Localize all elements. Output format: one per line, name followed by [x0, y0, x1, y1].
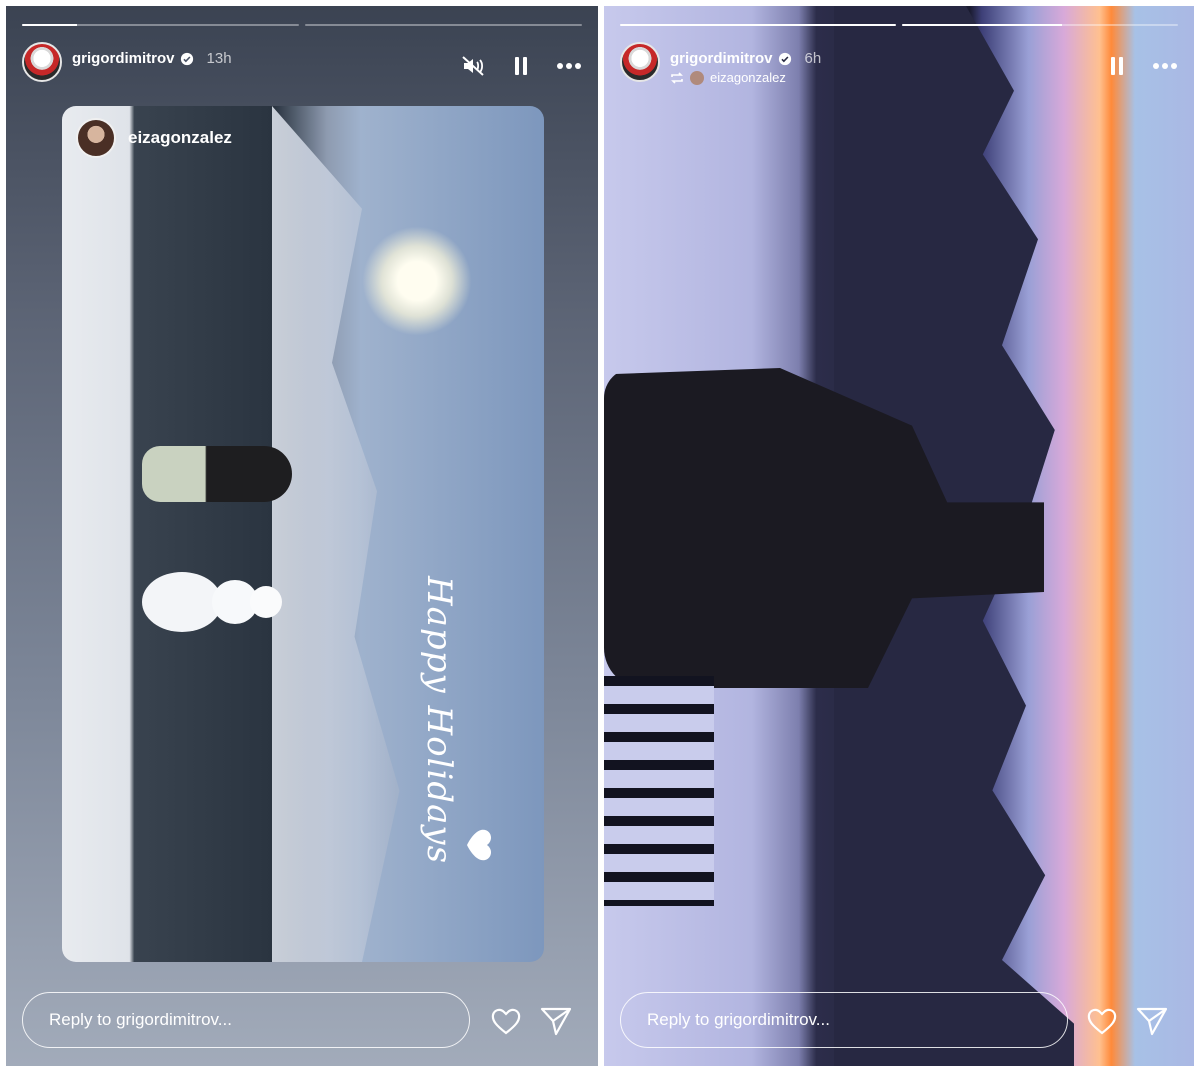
couple-image: [142, 446, 292, 502]
progress-segment: [620, 24, 896, 26]
heart-icon[interactable]: [1085, 1004, 1119, 1038]
reply-input[interactable]: Reply to grigordimitrov...: [620, 992, 1068, 1048]
card-username[interactable]: eizagonzalez: [128, 128, 232, 148]
post-time: 13h: [206, 50, 232, 67]
story-panel-right: grigordimitrov 6h eizagonzalez Reply to …: [604, 6, 1194, 1066]
send-icon[interactable]: [539, 1004, 573, 1038]
pause-icon[interactable]: [508, 54, 534, 78]
username[interactable]: grigordimitrov: [670, 50, 773, 67]
heart-sticker-icon: [467, 829, 491, 861]
repost-username[interactable]: eizagonzalez: [710, 70, 786, 85]
more-icon[interactable]: [1152, 54, 1178, 78]
avatar[interactable]: [620, 42, 660, 82]
heart-icon[interactable]: [489, 1004, 523, 1038]
story-panel-left: grigordimitrov 13h eizagonzalez Happy Ho…: [6, 6, 598, 1066]
post-time: 6h: [804, 50, 822, 67]
reply-placeholder: Reply to grigordimitrov...: [49, 1010, 232, 1029]
repost-icon: [671, 71, 683, 84]
story-caption: Happy Holidays: [419, 576, 459, 865]
more-icon[interactable]: [556, 54, 582, 78]
balcony-railing: [604, 676, 714, 906]
story-progress: [22, 24, 582, 26]
progress-segment: [305, 24, 582, 26]
card-author[interactable]: eizagonzalez: [76, 118, 232, 158]
progress-segment: [902, 24, 1178, 26]
story-header: grigordimitrov 13h: [22, 42, 582, 94]
reply-input[interactable]: Reply to grigordimitrov...: [22, 992, 470, 1048]
story-header: grigordimitrov 6h eizagonzalez: [620, 42, 1178, 94]
username[interactable]: grigordimitrov: [72, 50, 175, 67]
avatar[interactable]: [22, 42, 62, 82]
mute-icon[interactable]: [460, 54, 486, 78]
reply-placeholder: Reply to grigordimitrov...: [647, 1010, 830, 1029]
story-progress: [620, 24, 1178, 26]
sun-image: [362, 226, 472, 336]
card-avatar[interactable]: [76, 118, 116, 158]
send-icon[interactable]: [1135, 1004, 1169, 1038]
shared-story-card[interactable]: eizagonzalez Happy Holidays: [62, 106, 544, 962]
verified-badge-icon: [180, 52, 193, 65]
snowman-image: [142, 572, 282, 632]
verified-badge-icon: [778, 52, 791, 65]
progress-segment: [22, 24, 299, 26]
pause-icon[interactable]: [1104, 54, 1130, 78]
repost-avatar: [690, 70, 704, 85]
